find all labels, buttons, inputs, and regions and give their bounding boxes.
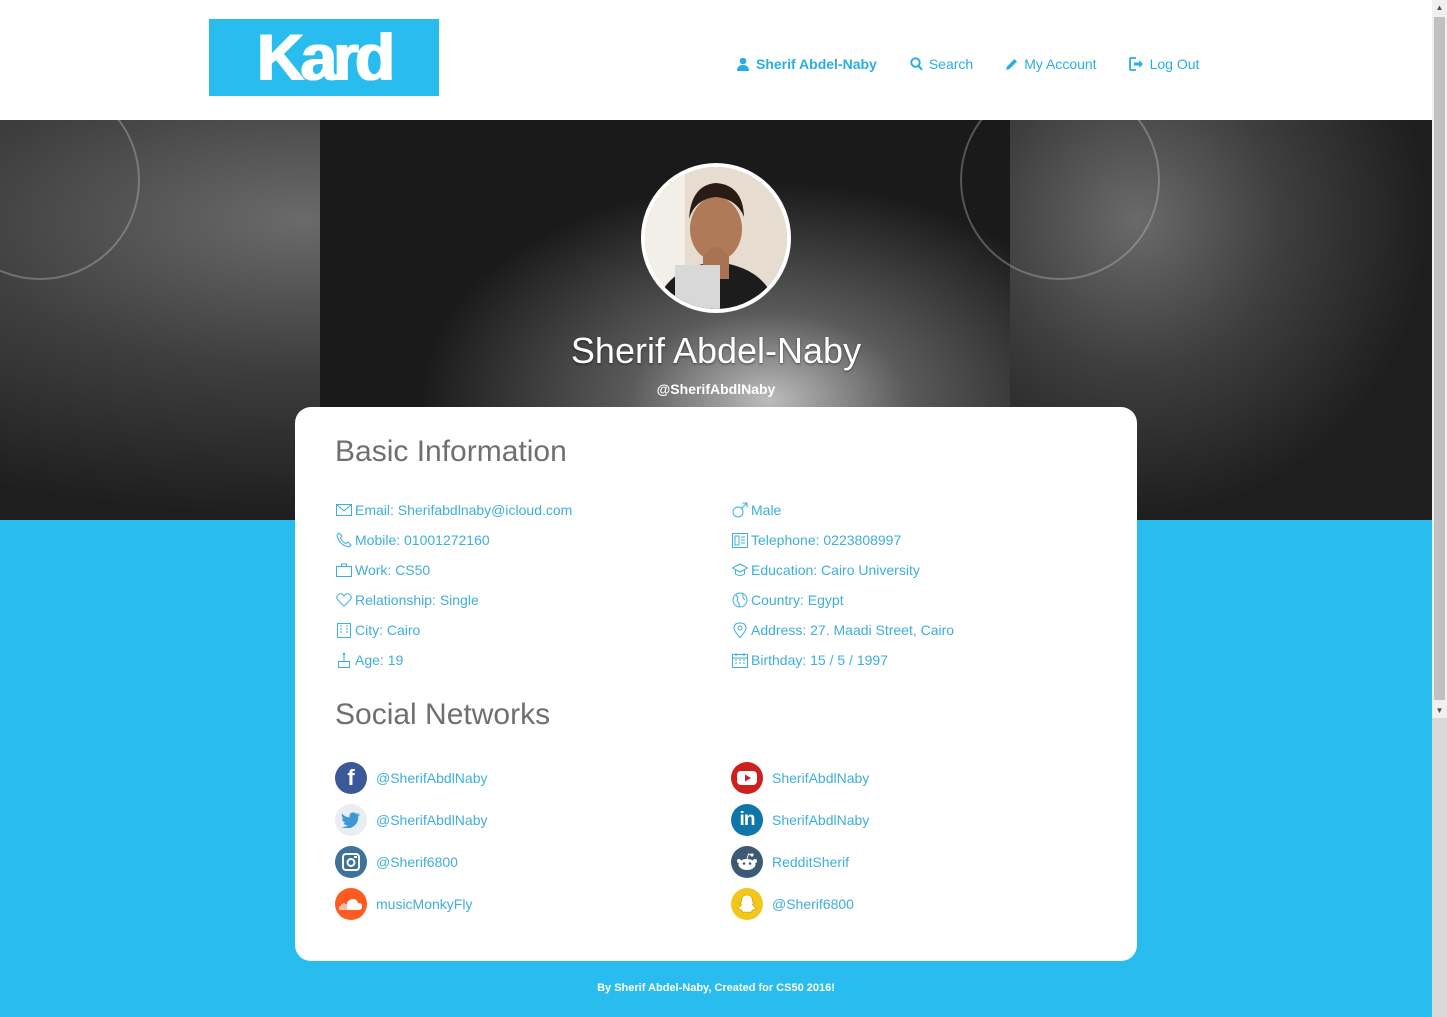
reddit-icon [731, 846, 763, 878]
snapchat-icon [731, 888, 763, 920]
info-mobile-text: Mobile: 01001272160 [355, 531, 490, 548]
info-relationship-text: Relationship: Single [355, 591, 479, 608]
info-city: City: Cairo [335, 621, 420, 638]
search-icon [910, 57, 923, 71]
map-pin-icon [731, 621, 748, 638]
nav-user-label: Sherif Abdel-Naby [756, 56, 877, 72]
facebook-icon: f [335, 762, 367, 794]
info-email-text: Email: Sherifabdlnaby@icloud.com [355, 501, 573, 518]
info-birthday: Birthday: 15 / 5 / 1997 [731, 651, 888, 668]
info-country: Country: Egypt [731, 591, 844, 608]
avatar-photo [645, 167, 787, 309]
scrollbar-track-lower[interactable] [1432, 718, 1447, 1017]
top-navbar: Kard Sherif Abdel-Naby Search My Account [0, 0, 1432, 120]
instagram-icon [335, 846, 367, 878]
profile-card: Basic Information Email: Sherifabdlnaby@… [295, 407, 1137, 961]
info-address-text: Address: 27. Maadi Street, Cairo [751, 621, 955, 638]
info-gender-text: Male [751, 501, 782, 518]
info-city-text: City: Cairo [355, 621, 421, 638]
building-icon [335, 621, 352, 638]
nav-logout-label: Log Out [1149, 56, 1200, 72]
info-birthday-text: Birthday: 15 / 5 / 1997 [751, 651, 888, 668]
scroll-up-arrow-icon[interactable]: ▲ [1432, 0, 1447, 15]
info-age: Age: 19 [335, 651, 403, 668]
scroll-down-arrow-icon[interactable]: ▼ [1432, 703, 1447, 718]
info-mobile: Mobile: 01001272160 [335, 531, 490, 548]
info-work: Work: CS50 [335, 561, 430, 578]
social-snapchat-text: @Sherif6800 [772, 896, 854, 912]
profile-name: Sherif Abdel-Naby [570, 330, 862, 371]
heart-icon [335, 591, 352, 608]
logout-icon [1128, 57, 1143, 71]
nav-search[interactable]: Search [910, 56, 973, 72]
globe-icon [731, 591, 748, 608]
social-instagram[interactable]: @Sherif6800 [335, 846, 458, 878]
male-icon [731, 501, 748, 518]
social-facebook-text: @SherifAbdlNaby [376, 770, 488, 786]
youtube-icon [731, 762, 763, 794]
social-networks-title: Social Networks [335, 698, 551, 731]
social-soundcloud[interactable]: musicMonkyFly [335, 888, 472, 920]
profile-avatar [641, 163, 791, 313]
briefcase-icon [335, 561, 352, 578]
user-icon [737, 57, 749, 71]
social-reddit-text: RedditSherif [772, 854, 850, 870]
info-gender: Male [731, 501, 781, 518]
profile-handle: @SherifAbdlNaby [656, 381, 776, 397]
social-linkedin-text: SherifAbdlNaby [772, 812, 870, 828]
info-email: Email: Sherifabdlnaby@icloud.com [335, 501, 572, 518]
cake-icon [335, 651, 352, 668]
page-scrollbar[interactable]: ▲ ▼ [1432, 0, 1447, 1017]
telephone-icon [731, 531, 748, 548]
info-telephone: Telephone: 0223808997 [731, 531, 901, 548]
social-youtube[interactable]: SherifAbdlNaby [731, 762, 869, 794]
linkedin-icon: in [731, 804, 763, 836]
social-instagram-text: @Sherif6800 [376, 854, 458, 870]
nav-log-out[interactable]: Log Out [1128, 56, 1200, 72]
info-age-text: Age: 19 [355, 651, 404, 668]
social-snapchat[interactable]: @Sherif6800 [731, 888, 854, 920]
calendar-icon [731, 651, 748, 668]
nav-my-account[interactable]: My Account [1005, 56, 1097, 72]
kard-logo[interactable]: Kard [209, 19, 439, 96]
soundcloud-icon [335, 888, 367, 920]
social-youtube-text: SherifAbdlNaby [772, 770, 870, 786]
social-linkedin[interactable]: in SherifAbdlNaby [731, 804, 869, 836]
pencil-icon [1006, 58, 1018, 70]
social-soundcloud-text: musicMonkyFly [376, 896, 473, 912]
phone-icon [335, 531, 352, 548]
info-education-text: Education: Cairo University [751, 561, 920, 578]
social-facebook[interactable]: f @SherifAbdlNaby [335, 762, 488, 794]
info-education: Education: Cairo University [731, 561, 920, 578]
social-reddit[interactable]: RedditSherif [731, 846, 849, 878]
nav-user-profile[interactable]: Sherif Abdel-Naby [736, 56, 877, 72]
info-country-text: Country: Egypt [751, 591, 844, 608]
info-work-text: Work: CS50 [355, 561, 431, 578]
nav-account-label: My Account [1024, 56, 1097, 72]
info-telephone-text: Telephone: 0223808997 [751, 531, 902, 548]
info-address: Address: 27. Maadi Street, Cairo [731, 621, 954, 638]
social-twitter-text: @SherifAbdlNaby [376, 812, 488, 828]
scrollbar-thumb[interactable] [1434, 17, 1445, 700]
nav-search-label: Search [928, 56, 974, 72]
twitter-icon [335, 804, 367, 836]
footer-credit: By Sherif Abdel-Naby, Created for CS50 2… [597, 982, 835, 994]
info-relationship: Relationship: Single [335, 591, 479, 608]
graduation-cap-icon [731, 561, 748, 578]
envelope-icon [335, 501, 352, 518]
main-nav: Sherif Abdel-Naby Search My Account Log … [736, 54, 1199, 74]
basic-info-title: Basic Information [335, 435, 567, 468]
social-twitter[interactable]: @SherifAbdlNaby [335, 804, 488, 836]
